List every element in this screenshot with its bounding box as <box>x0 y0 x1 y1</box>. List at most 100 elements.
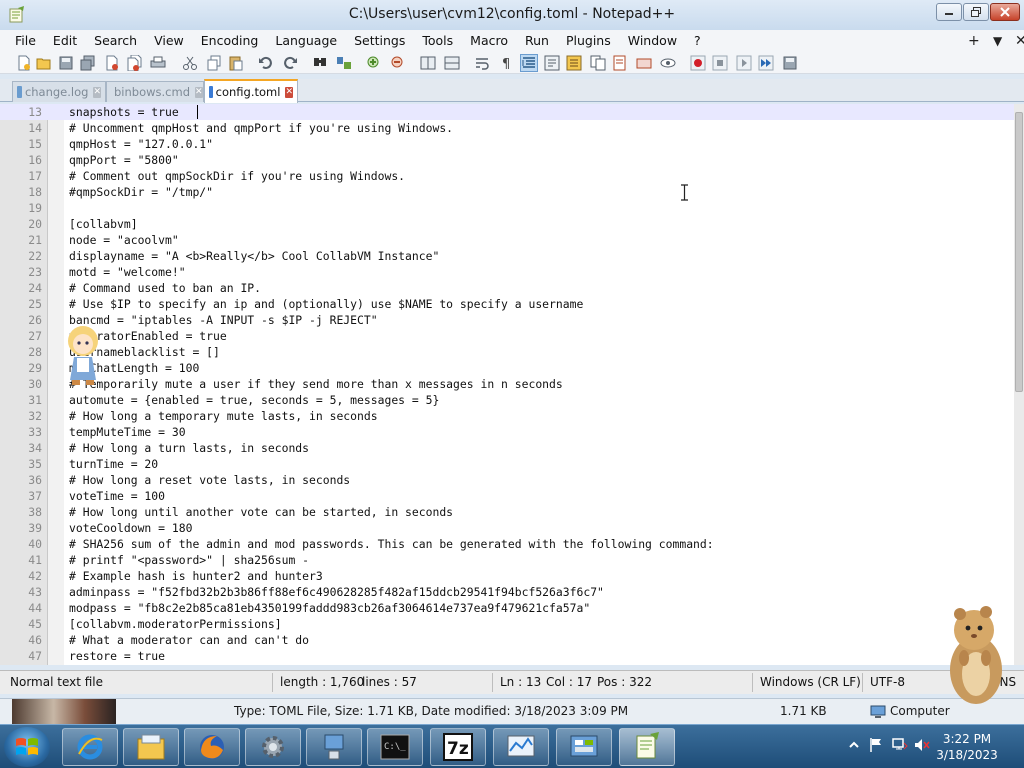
replace-icon[interactable] <box>336 55 352 71</box>
code-line[interactable]: 34 # How long a turn lasts, in seconds <box>0 440 1014 456</box>
menu-run[interactable]: Run <box>516 30 557 52</box>
monitoring-icon[interactable] <box>636 55 652 71</box>
doc-map-icon[interactable] <box>566 55 582 71</box>
word-wrap-icon[interactable] <box>474 55 490 71</box>
menu-settings[interactable]: Settings <box>345 30 413 52</box>
code-line[interactable]: 22 displayname = "A <b>Really</b> Cool Co… <box>0 248 1014 264</box>
line-text[interactable]: restore = true <box>69 648 165 664</box>
taskbar-firefox[interactable] <box>184 728 240 766</box>
code-line[interactable]: 45 [collabvm.moderatorPermissions] <box>0 616 1014 632</box>
eye-icon[interactable] <box>660 55 676 71</box>
code-line[interactable]: 18 #qmpSockDir = "/tmp/" <box>0 184 1014 200</box>
taskbar-control-panel[interactable] <box>556 728 612 766</box>
taskbar-performance-monitor[interactable] <box>493 728 549 766</box>
menu-file[interactable]: File <box>6 30 44 52</box>
line-text[interactable]: # How long a reset vote lasts, in second… <box>69 472 350 488</box>
play-macro-icon[interactable] <box>736 55 752 71</box>
save-all-icon[interactable] <box>80 55 96 71</box>
code-line[interactable]: 30 # Temporarily mute a user if they send… <box>0 376 1014 392</box>
close-all-icon[interactable] <box>126 55 142 71</box>
zoom-in-icon[interactable] <box>366 55 382 71</box>
taskbar-notepad-plus-plus[interactable] <box>619 728 675 766</box>
menu-plugins[interactable]: Plugins <box>557 30 619 52</box>
stop-macro-icon[interactable] <box>712 55 728 71</box>
code-line[interactable]: 24 # Command used to ban an IP. <box>0 280 1014 296</box>
code-line[interactable]: 26 bancmd = "iptables -A INPUT -s $IP -j … <box>0 312 1014 328</box>
taskbar-internet-explorer[interactable] <box>62 728 118 766</box>
start-button[interactable] <box>4 727 50 767</box>
network-icon[interactable] <box>892 737 908 753</box>
code-line[interactable]: 35 turnTime = 20 <box>0 456 1014 472</box>
menu-edit[interactable]: Edit <box>44 30 85 52</box>
line-text[interactable]: # How long a temporary mute lasts, in se… <box>69 408 378 424</box>
code-line[interactable]: 14 # Uncomment qmpHost and qmpPort if you… <box>0 120 1014 136</box>
print-icon[interactable] <box>150 55 166 71</box>
line-text[interactable]: #qmpSockDir = "/tmp/" <box>69 184 213 200</box>
taskbar-file-explorer[interactable] <box>123 728 179 766</box>
code-line[interactable]: 25 # Use $IP to specify an ip and (option… <box>0 296 1014 312</box>
line-text[interactable]: automute = {enabled = true, seconds = 5,… <box>69 392 439 408</box>
code-line[interactable]: 32 # How long a temporary mute lasts, in … <box>0 408 1014 424</box>
save-icon[interactable] <box>58 55 74 71</box>
code-line[interactable]: 19 <box>0 200 1014 216</box>
text-editor[interactable]: 13 snapshots = true 14 # Uncomment qmpHost … <box>0 104 1024 665</box>
code-line[interactable]: 13 snapshots = true <box>0 104 1014 120</box>
maximize-button[interactable] <box>963 3 989 21</box>
line-text[interactable]: node = "acoolvm" <box>69 232 179 248</box>
line-text[interactable]: qmpHost = "127.0.0.1" <box>69 136 213 152</box>
menu-window[interactable]: Window <box>619 30 685 52</box>
line-text[interactable]: voteTime = 100 <box>69 488 165 504</box>
code-line[interactable]: 29 maxChatLength = 100 <box>0 360 1014 376</box>
show-hidden-icons-icon[interactable] <box>846 737 862 753</box>
menu-tools[interactable]: Tools <box>413 30 461 52</box>
code-line[interactable]: 31 automute = {enabled = true, seconds = … <box>0 392 1014 408</box>
undo-icon[interactable] <box>258 55 274 71</box>
tab-close-icon[interactable]: ✕ <box>93 86 101 98</box>
code-line[interactable]: 47 restore = true <box>0 648 1014 664</box>
code-line[interactable]: 40 # SHA256 sum of the admin and mod pass… <box>0 536 1014 552</box>
tab-list-dropdown-icon[interactable]: ▼ <box>993 30 1002 52</box>
menu-encoding[interactable]: Encoding <box>192 30 267 52</box>
new-icon[interactable] <box>16 55 32 71</box>
line-text[interactable]: # printf "<password>" | sha256sum - <box>69 552 309 568</box>
cut-icon[interactable] <box>182 55 198 71</box>
code-line[interactable]: 28 usernameblacklist = [] <box>0 344 1014 360</box>
line-text[interactable]: turnTime = 20 <box>69 456 158 472</box>
line-text[interactable]: adminpass = "f52fbd32b2b3b86ff88ef6c4906… <box>69 584 604 600</box>
line-text[interactable]: modpass = "fb8c2e2b85ca81eb4350199faddd9… <box>69 600 590 616</box>
menu-macro[interactable]: Macro <box>461 30 516 52</box>
line-text[interactable]: snapshots = true <box>69 104 179 120</box>
open-icon[interactable] <box>36 55 52 71</box>
copy-icon[interactable] <box>206 55 222 71</box>
indent-guide-icon[interactable] <box>520 54 538 72</box>
line-text[interactable]: displayname = "A <b>Really</b> Cool Coll… <box>69 248 439 264</box>
line-text[interactable]: motd = "welcome!" <box>69 264 186 280</box>
menu-view[interactable]: View <box>145 30 192 52</box>
code-line[interactable]: 36 # How long a reset vote lasts, in seco… <box>0 472 1014 488</box>
volume-muted-icon[interactable] <box>914 737 930 753</box>
taskbar-settings[interactable] <box>245 728 301 766</box>
code-line[interactable]: 42 # Example hash is hunter2 and hunter3 <box>0 568 1014 584</box>
code-line[interactable]: 20 [collabvm] <box>0 216 1014 232</box>
code-line[interactable]: 39 voteCooldown = 180 <box>0 520 1014 536</box>
close-document-icon[interactable]: ✕ <box>1015 30 1024 52</box>
line-text[interactable]: # How long a turn lasts, in seconds <box>69 440 309 456</box>
sync-vertical-icon[interactable] <box>420 55 436 71</box>
line-text[interactable]: # SHA256 sum of the admin and mod passwo… <box>69 536 714 552</box>
menu-help[interactable]: ? <box>685 30 709 52</box>
tab-change-log[interactable]: change.log ✕ <box>12 81 106 102</box>
close-file-icon[interactable] <box>104 55 120 71</box>
close-button[interactable] <box>990 3 1020 21</box>
desktop-pet-hamster[interactable] <box>938 600 1010 708</box>
code-line[interactable]: 37 voteTime = 100 <box>0 488 1014 504</box>
tab-binbows-cmd[interactable]: binbows.cmd ✕ <box>106 81 204 102</box>
title-bar[interactable]: C:\Users\user\cvm12\config.toml - Notepa… <box>0 0 1024 30</box>
line-text[interactable]: tempMuteTime = 30 <box>69 424 186 440</box>
tab-close-icon[interactable]: ✕ <box>195 86 203 98</box>
desktop-pet-girl[interactable] <box>62 324 104 386</box>
function-list-icon[interactable] <box>590 55 606 71</box>
redo-icon[interactable] <box>282 55 298 71</box>
menu-search[interactable]: Search <box>85 30 145 52</box>
code-line[interactable]: 46 # What a moderator can and can't do <box>0 632 1014 648</box>
show-all-chars-icon[interactable]: ¶ <box>498 55 514 71</box>
